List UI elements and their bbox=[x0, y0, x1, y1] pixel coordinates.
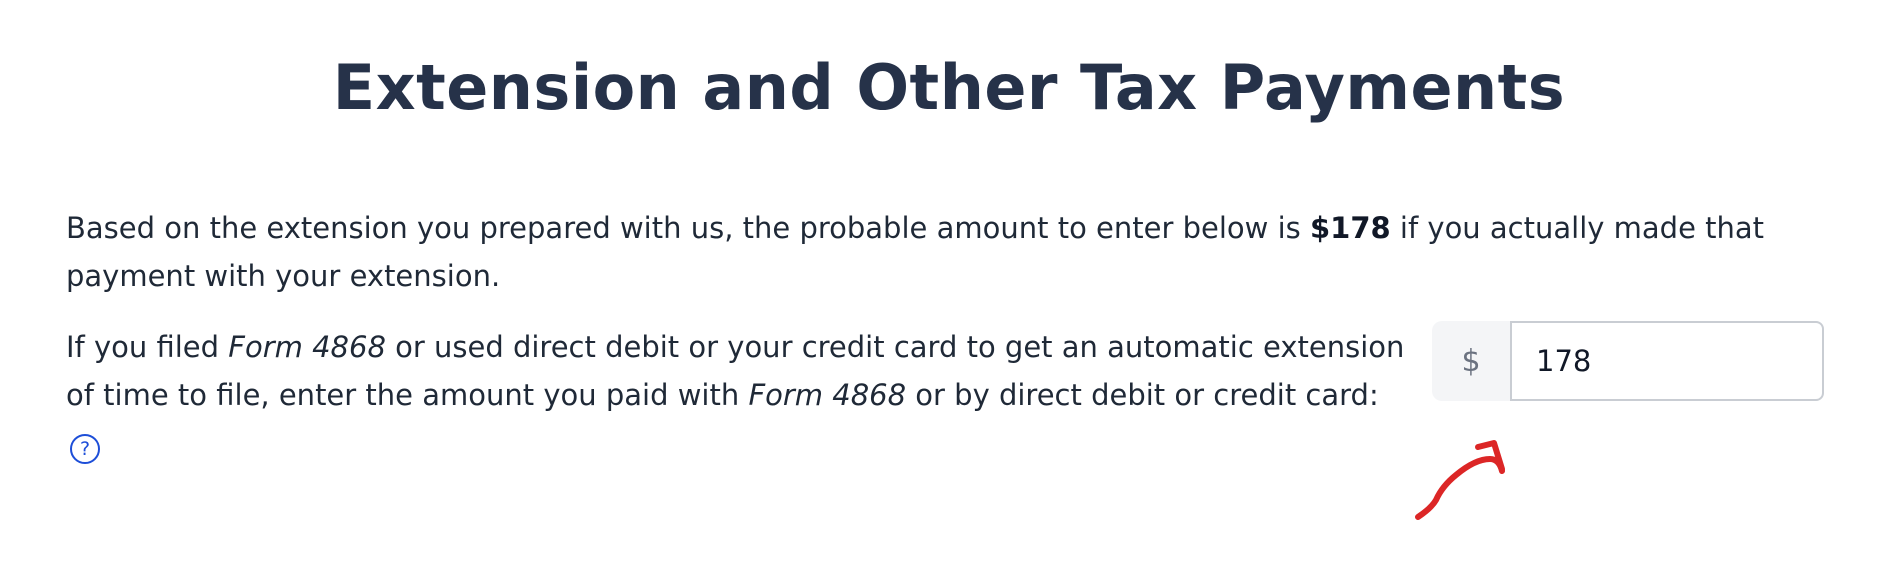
red-arrow-annotation bbox=[1415, 440, 1505, 520]
amount-paid-input[interactable] bbox=[1510, 321, 1824, 401]
amount-input-group: $ bbox=[1432, 321, 1824, 401]
help-circle-icon[interactable]: ? bbox=[70, 434, 100, 464]
intro-paragraph: Based on the extension you prepared with… bbox=[66, 204, 1846, 300]
question-text-3: or by direct debit or credit card: bbox=[906, 378, 1379, 412]
probable-amount: $178 bbox=[1309, 211, 1391, 245]
page-title: Extension and Other Tax Payments bbox=[332, 51, 1566, 124]
form-name-2: Form 4868 bbox=[748, 378, 907, 412]
intro-text-before: Based on the extension you prepared with… bbox=[66, 211, 1310, 245]
arrow-stroke bbox=[1415, 456, 1505, 520]
currency-prefix: $ bbox=[1432, 321, 1510, 401]
question-text-1: If you filed bbox=[66, 330, 229, 364]
question-label: If you filed Form 4868 or used direct de… bbox=[66, 323, 1411, 467]
form-name-1: Form 4868 bbox=[228, 330, 386, 364]
